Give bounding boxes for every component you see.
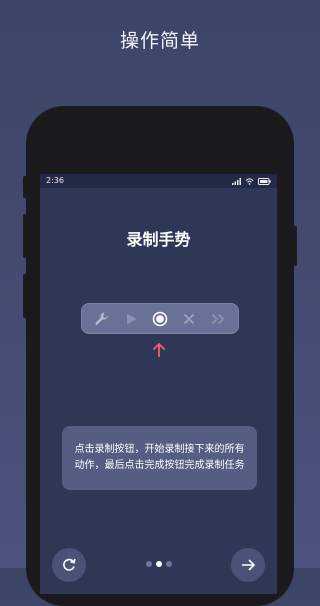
phone-screen: 2:36 录制手势 点击录制按钮，开始录制接下来的所有动作，最后点击完成按钮完成… bbox=[40, 174, 277, 594]
status-bar: 2:36 bbox=[40, 174, 277, 188]
arrow-right-icon bbox=[242, 559, 256, 571]
page-dot[interactable] bbox=[146, 561, 152, 567]
page-indicator bbox=[146, 561, 172, 567]
wifi-icon bbox=[245, 177, 254, 185]
page-dot-active[interactable] bbox=[156, 561, 162, 567]
instruction-text: 点击录制按钮，开始录制接下来的所有动作，最后点击完成按钮完成录制任务 bbox=[74, 444, 245, 471]
pointer-arrow-icon bbox=[152, 342, 166, 357]
wrench-icon[interactable] bbox=[92, 309, 112, 329]
play-icon[interactable] bbox=[121, 309, 141, 329]
promo-title: 操作简单 bbox=[119, 30, 200, 52]
screen-title: 录制手势 bbox=[126, 230, 191, 249]
next-button[interactable] bbox=[231, 548, 265, 582]
close-icon[interactable] bbox=[179, 309, 199, 329]
page-dot[interactable] bbox=[166, 561, 172, 567]
fast-forward-icon[interactable] bbox=[208, 309, 228, 329]
refresh-icon bbox=[63, 558, 76, 571]
restart-button[interactable] bbox=[52, 548, 86, 582]
record-icon[interactable] bbox=[150, 309, 170, 329]
instruction-tooltip: 点击录制按钮，开始录制接下来的所有动作，最后点击完成按钮完成录制任务 bbox=[62, 426, 257, 490]
gesture-toolbar bbox=[81, 303, 239, 334]
battery-icon bbox=[258, 177, 271, 185]
status-time: 2:36 bbox=[46, 176, 64, 185]
signal-icon bbox=[232, 177, 241, 185]
